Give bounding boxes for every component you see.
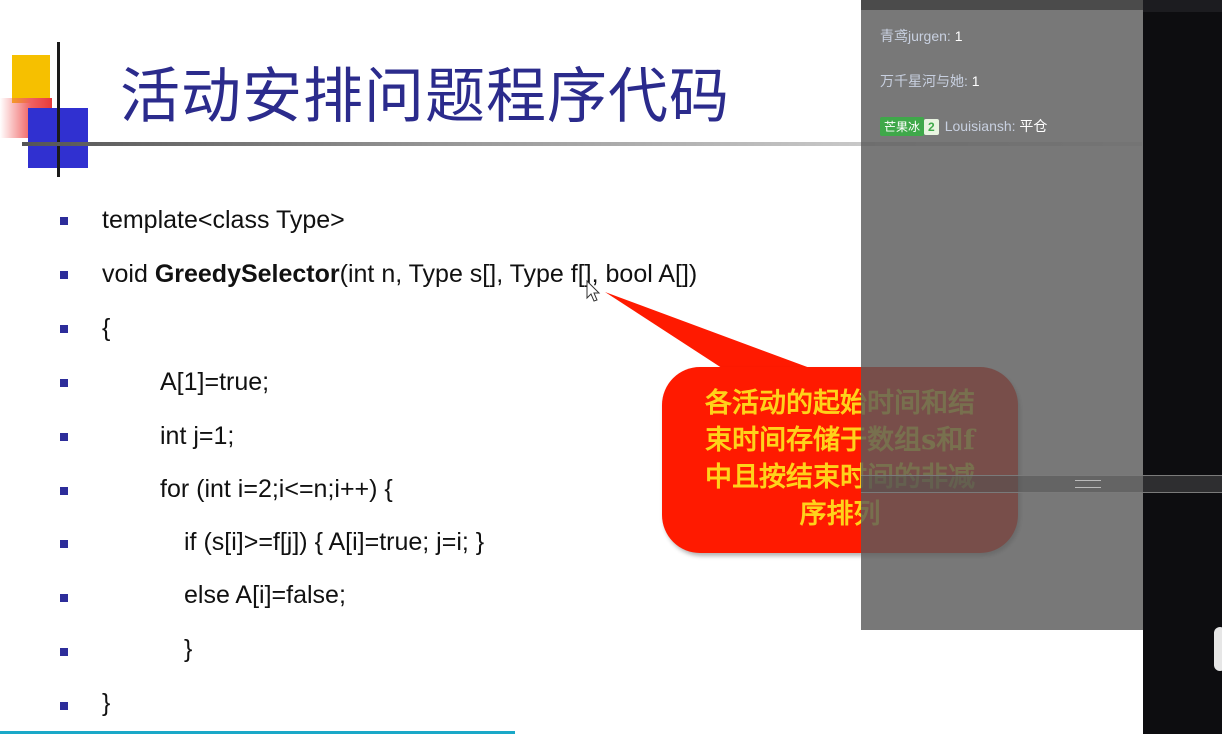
chat-text: 1	[954, 28, 963, 44]
chat-message: 万千星河与她: 1	[880, 71, 980, 91]
right-dark-panel	[1143, 0, 1222, 734]
mouse-cursor-icon	[586, 280, 601, 302]
splitter-grip-icon[interactable]	[1075, 480, 1101, 488]
chat-username[interactable]: 万千星河与她:	[880, 73, 968, 89]
fan-badge[interactable]: 芒果冰	[880, 117, 925, 136]
fan-badge-level: 2	[924, 119, 939, 135]
panel-splitter[interactable]	[861, 475, 1222, 493]
chat-message: 青鸢jurgen: 1	[880, 26, 963, 46]
chat-text: 1	[971, 73, 980, 89]
right-dark-panel-header	[1143, 0, 1222, 12]
chat-overlay	[861, 0, 1143, 630]
chat-username[interactable]: 青鸢jurgen:	[880, 28, 951, 44]
chat-overlay-topbar	[861, 0, 1143, 10]
side-panel-handle[interactable]	[1214, 627, 1222, 671]
chat-username[interactable]: Louisiansh:	[945, 118, 1016, 134]
chat-message: 芒果冰 2 Louisiansh: 平仓	[880, 116, 1047, 136]
chat-text: 平仓	[1019, 118, 1048, 134]
